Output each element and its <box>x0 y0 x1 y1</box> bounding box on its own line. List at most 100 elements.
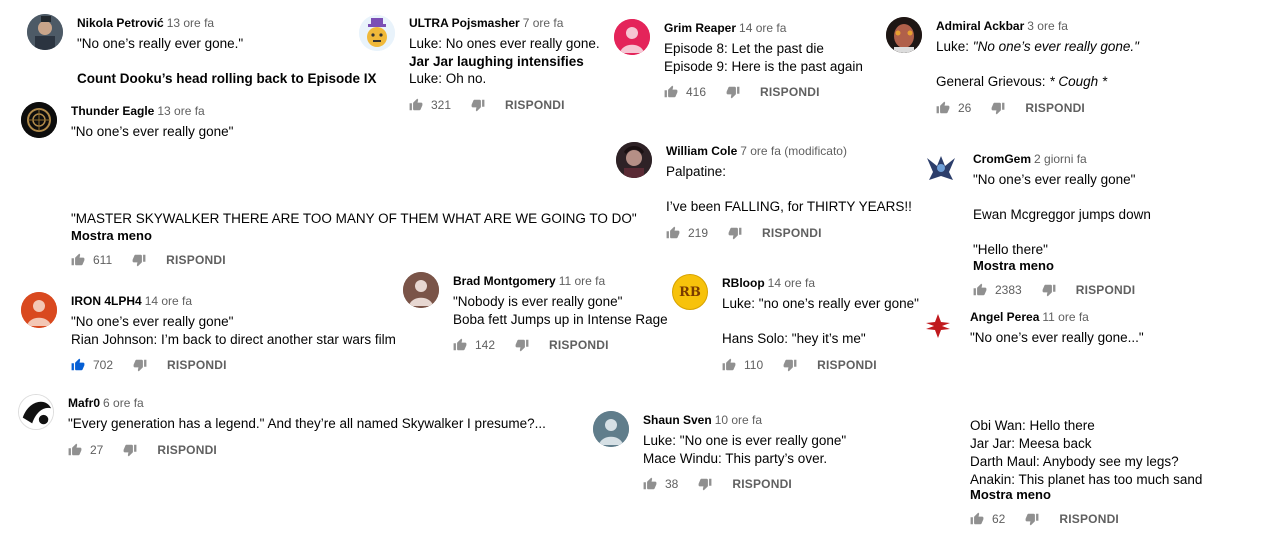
show-less-link[interactable]: Mostra meno <box>970 487 1051 503</box>
comment-author[interactable]: Thunder Eagle <box>71 104 154 118</box>
thumb-up-icon[interactable] <box>936 101 950 115</box>
comment-author[interactable]: Grim Reaper <box>664 21 736 35</box>
comment-time[interactable]: 11 ore fa <box>1042 310 1088 324</box>
avatar[interactable] <box>21 102 57 138</box>
thumb-up-icon[interactable] <box>68 443 82 457</box>
thumb-up-icon[interactable] <box>643 477 657 491</box>
avatar[interactable] <box>21 292 57 328</box>
reply-button[interactable]: RISPONDI <box>1059 512 1119 526</box>
comment-actions: 219 RISPONDI <box>666 225 822 241</box>
thumb-down-icon[interactable] <box>471 98 485 112</box>
thumb-up-icon[interactable] <box>71 358 85 372</box>
reply-button[interactable]: RISPONDI <box>167 358 227 372</box>
thumb-up-icon[interactable] <box>970 512 984 526</box>
thumb-up-icon[interactable] <box>666 226 680 240</box>
comment-text: Luke: No ones ever really gone. <box>409 36 600 51</box>
thumb-down-icon[interactable] <box>698 477 712 491</box>
like-count: 2383 <box>995 283 1022 297</box>
comment-author[interactable]: Mafr0 <box>68 396 100 410</box>
reply-button[interactable]: RISPONDI <box>549 338 609 352</box>
thumb-down-icon[interactable] <box>726 85 740 99</box>
comment-author[interactable]: Nikola Petrović <box>77 16 164 30</box>
comment-time[interactable]: 13 ore fa <box>167 16 214 30</box>
comment-time[interactable]: 7 ore fa (modificato) <box>740 144 847 158</box>
reply-button[interactable]: RISPONDI <box>1076 283 1136 297</box>
avatar[interactable]: RB <box>672 274 708 310</box>
comment-actions: 142 RISPONDI <box>453 337 609 353</box>
thumb-up-icon[interactable] <box>664 85 678 99</box>
comment-text: Jar Jar laughing intensifies <box>409 54 584 69</box>
comment-text: General Grievous: * Cough * <box>936 73 1107 90</box>
comment-text: Palpatine: <box>666 164 727 179</box>
comment-time[interactable]: 13 ore fa <box>157 104 204 118</box>
reply-button[interactable]: RISPONDI <box>505 98 565 112</box>
comment-time[interactable]: 2 giorni fa <box>1034 152 1087 166</box>
thumb-up-icon[interactable] <box>71 253 85 267</box>
thumb-up-icon[interactable] <box>409 98 423 112</box>
comment-author[interactable]: Brad Montgomery <box>453 274 556 288</box>
avatar[interactable] <box>614 19 650 55</box>
comment-author[interactable]: Admiral Ackbar <box>936 19 1024 33</box>
thumb-down-icon[interactable] <box>1025 512 1039 526</box>
reply-button[interactable]: RISPONDI <box>1025 101 1085 115</box>
comment-author[interactable]: Shaun Sven <box>643 413 712 427</box>
comment-text: Boba fett Jumps up in Intense Rage <box>453 312 668 327</box>
reply-button[interactable]: RISPONDI <box>166 253 226 267</box>
reply-button[interactable]: RISPONDI <box>157 443 217 457</box>
show-less-link[interactable]: Mostra meno <box>973 258 1054 274</box>
thumb-up-icon[interactable] <box>722 358 736 372</box>
comment-time[interactable]: 14 ore fa <box>739 21 786 35</box>
thumb-down-icon[interactable] <box>123 443 137 457</box>
comment-text: "Hello there" <box>973 242 1048 257</box>
comment-text: Luke: Oh no. <box>409 71 487 86</box>
avatar[interactable] <box>403 272 439 308</box>
reply-button[interactable]: RISPONDI <box>817 358 877 372</box>
comment-time[interactable]: 11 ore fa <box>559 274 605 288</box>
avatar[interactable] <box>593 411 629 447</box>
avatar[interactable] <box>18 394 54 430</box>
reply-button[interactable]: RISPONDI <box>762 226 822 240</box>
comment-text-part: Luke: <box>936 39 973 54</box>
show-less-link[interactable]: Mostra meno <box>71 228 152 244</box>
comment-time[interactable]: 6 ore fa <box>103 396 144 410</box>
comment-time[interactable]: 14 ore fa <box>768 276 815 290</box>
comment-text: Ewan Mcgreggor jumps down <box>973 207 1151 222</box>
thumb-up-icon[interactable] <box>453 338 467 352</box>
thumb-up-icon[interactable] <box>973 283 987 297</box>
reply-button[interactable]: RISPONDI <box>760 85 820 99</box>
reply-button[interactable]: RISPONDI <box>732 477 792 491</box>
thumb-down-icon[interactable] <box>132 253 146 267</box>
comment-text: "Nobody is ever really gone" <box>453 294 623 309</box>
thumb-down-icon[interactable] <box>783 358 797 372</box>
like-count: 416 <box>686 85 707 99</box>
thumb-down-icon[interactable] <box>133 358 147 372</box>
comment-text: Obi Wan: Hello there <box>970 418 1095 433</box>
comment-author[interactable]: William Cole <box>666 144 737 158</box>
comment-author[interactable]: IRON 4LPH4 <box>71 294 142 308</box>
avatar[interactable] <box>359 15 395 51</box>
comment-author[interactable]: Angel Perea <box>970 310 1039 324</box>
comment-text: Anakin: This planet has too much sand <box>970 472 1203 487</box>
avatar-initials: RB <box>679 284 701 300</box>
avatar[interactable] <box>923 150 959 186</box>
comment-author[interactable]: RBloop <box>722 276 765 290</box>
thumb-down-icon[interactable] <box>515 338 529 352</box>
comment-text-italic: "No one’s ever really gone." <box>972 39 1139 54</box>
comment-text: Hans Solo: "hey it’s me" <box>722 331 866 346</box>
comment-author[interactable]: CromGem <box>973 152 1031 166</box>
comment-actions: 416 RISPONDI <box>664 84 820 100</box>
thumb-down-icon[interactable] <box>1042 283 1056 297</box>
avatar[interactable] <box>886 17 922 53</box>
thumb-down-icon[interactable] <box>991 101 1005 115</box>
comment-author[interactable]: ULTRA Pojsmasher <box>409 16 520 30</box>
avatar[interactable] <box>920 308 956 344</box>
comment-text: Rian Johnson: I’m back to direct another… <box>71 332 396 347</box>
avatar[interactable] <box>27 14 63 50</box>
comment-time[interactable]: 10 ore fa <box>715 413 762 427</box>
comment-text: "No one’s ever really gone..." <box>970 330 1144 345</box>
comment-time[interactable]: 14 ore fa <box>145 294 192 308</box>
thumb-down-icon[interactable] <box>728 226 742 240</box>
avatar[interactable] <box>616 142 652 178</box>
comment-time[interactable]: 7 ore fa <box>523 16 564 30</box>
comment-time[interactable]: 3 ore fa <box>1027 19 1068 33</box>
